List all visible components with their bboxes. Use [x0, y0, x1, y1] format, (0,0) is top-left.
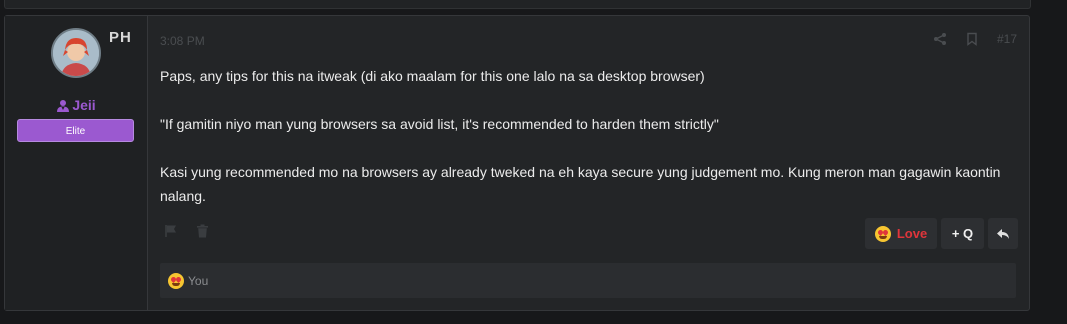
quote-button[interactable]: + Q	[941, 218, 984, 249]
post-moderation-actions	[164, 224, 209, 243]
post-timestamp[interactable]: 3:08 PM	[160, 34, 205, 48]
delete-trash-icon[interactable]	[196, 224, 209, 243]
reaction-bar: Love + Q	[865, 218, 1018, 249]
love-reaction-button[interactable]: Love	[865, 218, 937, 249]
user-role-icon	[57, 99, 70, 115]
heart-eyes-emoji-icon	[874, 225, 891, 242]
username-link[interactable]: Jeii	[5, 97, 148, 115]
report-flag-icon[interactable]	[164, 224, 178, 243]
country-label: PH	[109, 29, 132, 46]
avatar[interactable]	[51, 28, 101, 78]
bookmark-icon[interactable]	[965, 32, 979, 46]
username-text: Jeii	[72, 97, 96, 113]
reply-button[interactable]	[988, 218, 1018, 249]
reactions-summary-label: You	[188, 273, 209, 288]
reactions-summary[interactable]: You	[160, 263, 1016, 298]
post-top-actions: #17	[933, 32, 1017, 46]
avatar-image	[53, 30, 99, 76]
heart-eyes-emoji-icon	[168, 272, 184, 289]
previous-post-edge	[4, 0, 1031, 9]
post-number-link[interactable]: #17	[997, 32, 1017, 46]
reply-arrow-icon	[997, 228, 1009, 239]
post-paragraph: Kasi yung recommended mo na browsers ay …	[160, 164, 1001, 204]
love-label: Love	[896, 226, 928, 241]
post-body: Paps, any tips for this na itweak (di ak…	[160, 64, 1020, 232]
forum-post: PH Jeii Elite 3:08 PM #17 Paps, any tips…	[4, 15, 1030, 311]
post-paragraph: Paps, any tips for this na itweak (di ak…	[160, 68, 705, 84]
post-user-info: PH Jeii Elite	[5, 16, 148, 310]
user-rank-badge: Elite	[17, 119, 134, 142]
post-main: 3:08 PM #17 Paps, any tips for this na i…	[148, 16, 1029, 310]
share-icon[interactable]	[933, 32, 947, 46]
post-paragraph: "If gamitin niyo man yung browsers sa av…	[160, 116, 719, 132]
